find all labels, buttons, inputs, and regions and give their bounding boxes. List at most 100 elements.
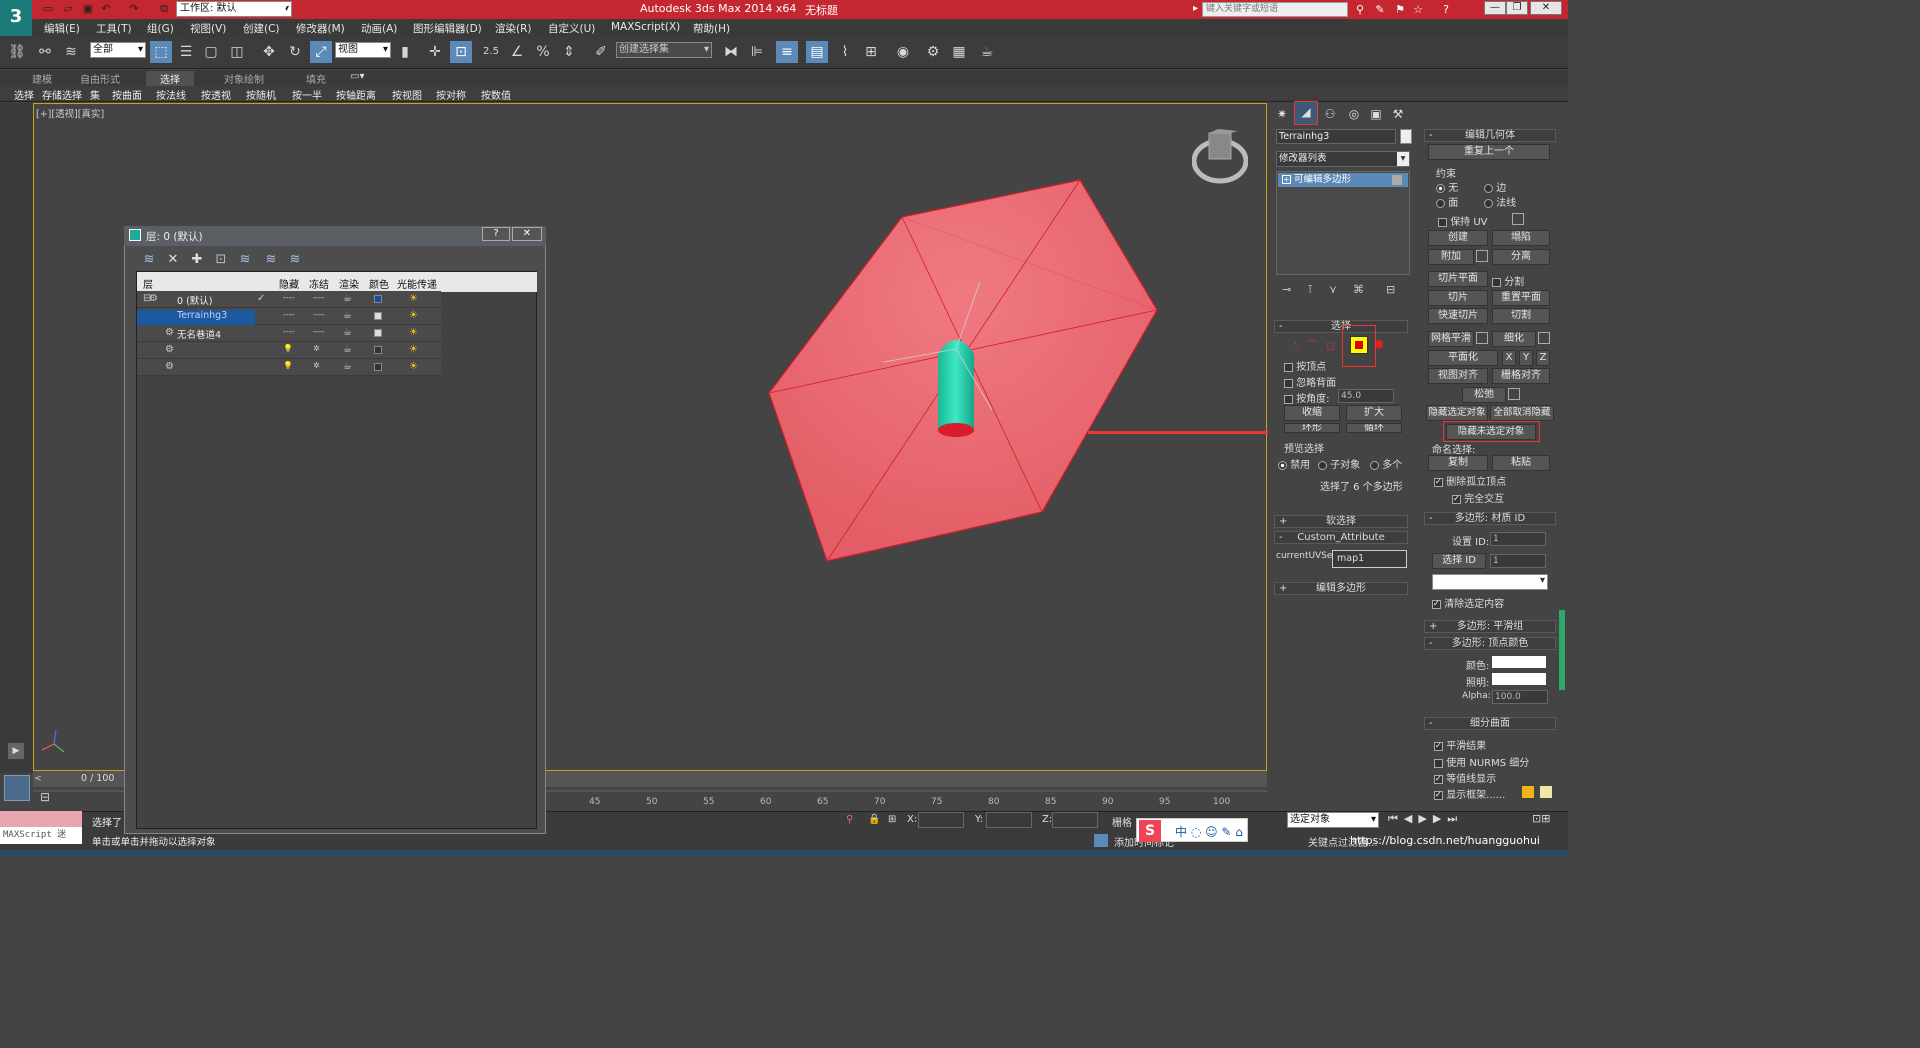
- slice-plane-button[interactable]: 切片平面: [1428, 271, 1488, 287]
- ime-toolbar[interactable]: S 中 ◌ ☺ ✎ ⌂: [1136, 818, 1248, 842]
- col-color[interactable]: 颜色: [369, 276, 389, 291]
- smooth-result-checkbox[interactable]: [1434, 741, 1443, 751]
- hold-icon[interactable]: ⧉: [156, 2, 172, 16]
- rect-select-icon[interactable]: ▢: [200, 41, 222, 63]
- preview-subobj-row[interactable]: 子对象: [1318, 456, 1360, 471]
- isoline-checkbox[interactable]: [1434, 774, 1443, 784]
- minimize-button[interactable]: —: [1484, 1, 1506, 15]
- menu-create[interactable]: 创建(C): [243, 21, 280, 36]
- object-color-swatch[interactable]: [1400, 129, 1412, 144]
- chevron-right-icon[interactable]: ▸: [1193, 3, 1198, 14]
- constraint-normal-radio[interactable]: [1484, 198, 1493, 208]
- render-icon[interactable]: ☕: [976, 41, 998, 63]
- edit-geometry-rollout[interactable]: - 编辑几何体: [1424, 129, 1556, 142]
- relax-button[interactable]: 松弛: [1462, 387, 1506, 403]
- vc-alpha-spinner[interactable]: 100.0: [1492, 690, 1548, 704]
- abs-mode-icon[interactable]: ⊞: [888, 814, 896, 825]
- layer-color-swatch[interactable]: [374, 363, 382, 371]
- panel-scrollbar[interactable]: [1559, 610, 1565, 690]
- by-vertex-row[interactable]: 按顶点: [1284, 358, 1326, 373]
- object-name-field[interactable]: Terrainhg3: [1276, 129, 1396, 144]
- zoom-extents-icon[interactable]: ⊡⊞: [1532, 812, 1550, 825]
- by-angle-checkbox[interactable]: [1284, 394, 1293, 404]
- ribbon-tab-freeform[interactable]: 自由形式: [80, 71, 120, 86]
- chevron-down-icon[interactable]: ▾: [283, 1, 293, 17]
- curve-editor-icon[interactable]: ⌇: [834, 41, 856, 63]
- help-icon[interactable]: ?: [1438, 2, 1454, 17]
- ref-coord-dropdown[interactable]: 视图 ▾: [335, 42, 391, 58]
- set-id-spinner[interactable]: 1: [1490, 532, 1546, 546]
- modify-tab-icon[interactable]: ◢: [1294, 101, 1318, 125]
- radiosity-sun-icon[interactable]: ☀: [409, 361, 418, 372]
- cage-sel-color-swatch[interactable]: [1540, 786, 1552, 798]
- material-name-dropdown[interactable]: ▾: [1432, 574, 1548, 590]
- settings-icon[interactable]: [1538, 332, 1550, 344]
- layer-name[interactable]: 无名巷道4: [177, 327, 221, 341]
- redo-icon[interactable]: ↷: [126, 2, 142, 16]
- layer-manager-icon[interactable]: ≡: [776, 41, 798, 63]
- percent-snap-icon[interactable]: %: [532, 41, 554, 63]
- col-hide[interactable]: 隐藏: [279, 276, 299, 291]
- col-freeze[interactable]: 冻结: [309, 276, 329, 291]
- rotate-icon[interactable]: ↻: [284, 41, 306, 63]
- col-radiosity[interactable]: 光能传递: [397, 276, 437, 291]
- manipulate-icon[interactable]: ✛: [424, 41, 446, 63]
- ribbon-toggle-icon[interactable]: ▤: [806, 41, 828, 63]
- menu-graph-editors[interactable]: 图形编辑器(D): [413, 21, 482, 36]
- hierarchy-tab-icon[interactable]: ⚇: [1320, 104, 1340, 124]
- hide-toggle[interactable]: 💡: [283, 344, 293, 353]
- loop-button[interactable]: 循环: [1346, 423, 1402, 433]
- layer-color-swatch[interactable]: [374, 312, 382, 320]
- constraint-none-radio[interactable]: [1436, 183, 1445, 193]
- viewcube[interactable]: [1191, 129, 1249, 185]
- use-nurms-checkbox[interactable]: [1434, 758, 1443, 768]
- select-id-button[interactable]: 选择 ID: [1432, 553, 1486, 569]
- favorites-icon[interactable]: ☆: [1410, 2, 1426, 17]
- select-by-name-icon[interactable]: ☰: [175, 41, 197, 63]
- schematic-view-icon[interactable]: ⊞: [860, 41, 882, 63]
- hide-toggle[interactable]: ----: [283, 310, 295, 319]
- add-to-layer-icon[interactable]: ✚: [188, 251, 206, 269]
- teapot-render-icon[interactable]: ☕: [343, 361, 352, 372]
- slice-button[interactable]: 切片: [1428, 290, 1488, 306]
- freeze-toggle[interactable]: ----: [313, 293, 325, 302]
- grid-align-button[interactable]: 栅格对齐: [1492, 368, 1550, 384]
- menu-maxscript[interactable]: MAXScript(X): [611, 21, 680, 33]
- open-file-icon[interactable]: ▱: [60, 2, 76, 16]
- ribbon-item-by-perspective[interactable]: 按透视: [201, 87, 231, 102]
- settings-icon[interactable]: [1508, 388, 1520, 400]
- col-layer[interactable]: 层: [143, 276, 153, 291]
- freeze-all-icon[interactable]: ≋: [286, 251, 304, 269]
- lock-icon[interactable]: 🔒: [868, 814, 880, 825]
- planarize-y-button[interactable]: Y: [1519, 350, 1533, 366]
- detach-button[interactable]: 分离: [1492, 249, 1550, 265]
- ribbon-item-sets[interactable]: 集: [90, 87, 100, 102]
- hide-toggle[interactable]: 💡: [283, 361, 293, 370]
- expand-icon[interactable]: ▶: [8, 743, 24, 759]
- by-vertex-checkbox[interactable]: [1284, 362, 1293, 372]
- ribbon-item-by-random[interactable]: 按随机: [246, 87, 276, 102]
- split-row[interactable]: 分割: [1492, 273, 1524, 288]
- menu-views[interactable]: 视图(V): [190, 21, 226, 36]
- stack-toggle-icon[interactable]: [1392, 175, 1402, 185]
- playback-controls[interactable]: ⏮◀▶▶⏭: [1388, 812, 1463, 826]
- material-editor-icon[interactable]: ◉: [892, 41, 914, 63]
- layer-color-swatch[interactable]: [374, 346, 382, 354]
- planarize-z-button[interactable]: Z: [1536, 350, 1550, 366]
- subobject-icons[interactable]: ∴⌒◻: [1292, 337, 1343, 353]
- smoothing-groups-rollout[interactable]: + 多边形: 平滑组: [1424, 620, 1556, 633]
- isolate-icon[interactable]: ⚲: [846, 814, 853, 825]
- utilities-tab-icon[interactable]: ⚒: [1388, 104, 1408, 124]
- mini-listener-icon[interactable]: [4, 775, 30, 801]
- preview-off-row[interactable]: 禁用: [1278, 456, 1310, 471]
- teapot-render-icon[interactable]: ☕: [343, 293, 352, 304]
- preview-multi-radio[interactable]: [1370, 460, 1379, 470]
- by-angle-row[interactable]: 按角度:: [1284, 390, 1330, 405]
- close-button[interactable]: ✕: [1530, 1, 1562, 15]
- display-tab-icon[interactable]: ▣: [1366, 104, 1386, 124]
- constraint-none-row[interactable]: 无: [1436, 179, 1458, 194]
- material-id-rollout[interactable]: - 多边形: 材质 ID: [1424, 512, 1556, 525]
- menu-rendering[interactable]: 渲染(R): [495, 21, 532, 36]
- preview-multi-row[interactable]: 多个: [1370, 456, 1402, 471]
- delete-isolated-checkbox[interactable]: [1434, 477, 1443, 487]
